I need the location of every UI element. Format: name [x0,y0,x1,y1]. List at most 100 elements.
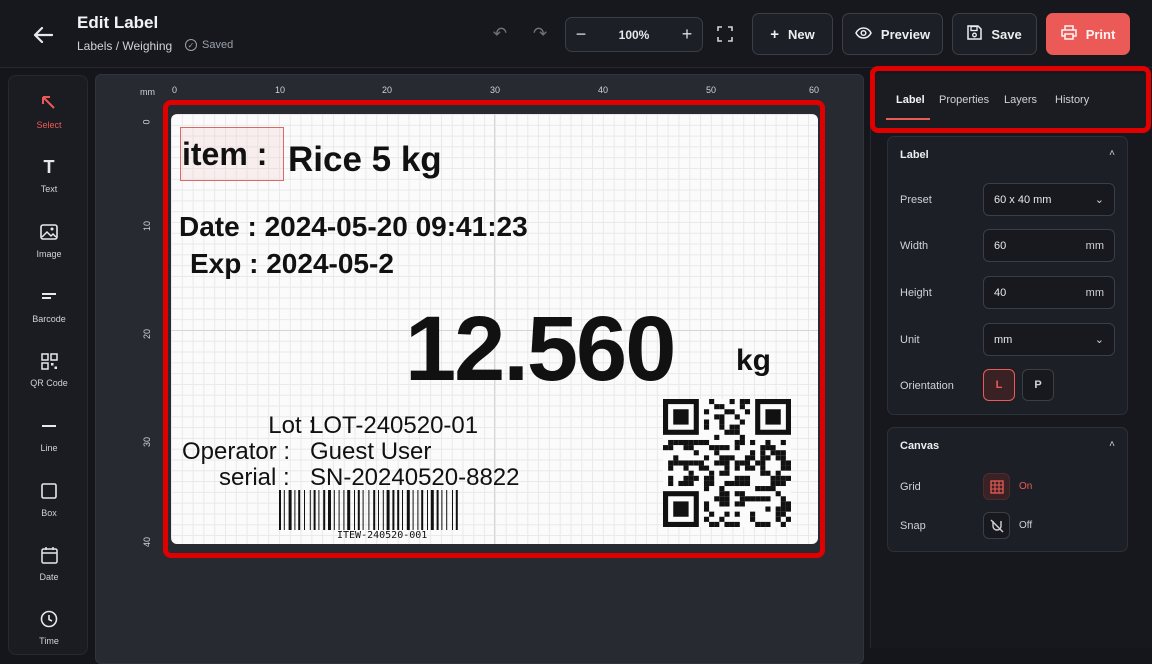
calendar-icon [38,544,60,566]
tool-barcode[interactable]: Barcode [9,286,89,324]
ruler-tick: 40 [598,85,609,95]
tool-select[interactable]: Select [9,92,89,130]
tool-text[interactable]: T Text [9,156,89,195]
zoom-out-button[interactable]: − [566,18,596,51]
new-button[interactable]: + New [752,13,833,55]
back-arrow-icon[interactable] [30,22,56,48]
tool-qr-code[interactable]: QR Code [9,350,89,388]
canvas-section: Canvas ˄ Grid On Snap Off [887,427,1128,552]
chevron-up-icon[interactable]: ˄ [1109,148,1115,159]
label-section: Label ˄ Preset 60 x 40 mm ⌄ Width 60 mm … [887,136,1128,415]
tool-rail: Select T Text Image Barcode QR Code Line… [8,75,88,655]
height-unit: mm [1085,286,1104,299]
clock-icon [38,608,60,630]
top-bar: Edit Label Labels / Weighing ✓ Saved ↶ ↷… [0,0,1152,68]
tool-label: Time [39,636,59,646]
snap-toggle[interactable] [983,512,1010,539]
snap-label: Snap [900,520,926,532]
ruler-tick: 30 [490,85,501,95]
unit-label: Unit [900,334,920,346]
ruler-tick-v: 0 [141,119,152,125]
redo-icon[interactable]: ↷ [530,24,550,44]
check-circle-icon: ✓ [185,39,197,51]
text-icon: T [43,156,55,177]
ruler-tick-v: 30 [142,436,153,448]
page-title: Edit Label [77,13,159,32]
chevron-up-icon[interactable]: ˄ [1109,439,1115,450]
barcode-icon [38,286,60,308]
saved-label: Saved [202,39,234,51]
unit-select[interactable]: mm ⌄ [983,323,1115,356]
ruler-tick-v: 40 [142,536,153,548]
orientation-landscape-button[interactable]: L [983,369,1015,401]
magnet-off-icon [990,519,1003,532]
eye-icon [855,26,872,42]
chevron-down-icon: ⌄ [1094,194,1104,206]
orientation-label: Orientation [900,380,954,392]
ruler-tick: 10 [275,85,286,95]
unit-value: mm [994,333,1013,346]
tool-label: Line [40,443,58,453]
save-button[interactable]: Save [952,13,1037,55]
saved-status: ✓ Saved [185,39,233,51]
ruler-unit: mm [140,87,155,97]
preview-button-label: Preview [880,26,931,42]
fullscreen-icon[interactable] [715,24,735,44]
label-highlight [163,100,825,558]
breadcrumb[interactable]: Labels / Weighing [77,39,172,53]
undo-icon[interactable]: ↶ [490,24,510,44]
zoom-control: − 100% + [565,17,703,52]
tabs-highlight [870,66,1151,133]
printer-icon [1060,25,1077,43]
tool-label: Select [36,120,62,130]
zoom-in-button[interactable]: + [672,18,702,51]
preset-select[interactable]: 60 x 40 mm ⌄ [983,183,1115,216]
preset-label: Preset [900,194,932,206]
cursor-icon [38,92,60,114]
print-button-label: Print [1085,26,1116,42]
width-value: 60 [994,239,1007,252]
box-icon [38,480,60,502]
print-button[interactable]: Print [1046,13,1130,55]
ruler-tick: 60 [809,85,820,95]
new-button-label: New [788,26,815,42]
width-field[interactable]: 60 mm [983,229,1115,262]
height-value: 40 [994,286,1007,299]
width-unit: mm [1085,239,1104,252]
tool-time[interactable]: Time [9,608,89,646]
chevron-down-icon: ⌄ [1094,334,1104,346]
ruler-tick-v: 20 [142,328,153,340]
tool-label: Box [41,508,57,518]
ruler-tick: 20 [382,85,393,95]
tool-date[interactable]: Date [9,544,89,582]
section-title: Canvas [900,440,940,452]
preset-value: 60 x 40 mm [994,193,1052,206]
tool-label: Date [39,572,59,582]
save-button-label: Save [991,26,1022,42]
section-title: Label [900,149,929,161]
qr-code-icon [38,350,60,372]
line-icon [38,415,60,437]
tool-box[interactable]: Box [9,480,89,518]
zoom-level: 100% [618,27,650,42]
preview-button[interactable]: Preview [842,13,943,55]
height-field[interactable]: 40 mm [983,276,1115,309]
snap-state: Off [1019,520,1033,531]
tool-image[interactable]: Image [9,221,89,259]
tool-label: Barcode [32,314,66,324]
tool-label: Image [36,249,62,259]
grid-state: On [1019,481,1033,492]
floppy-disk-icon [967,25,983,43]
grid-label: Grid [900,481,921,493]
plus-icon: + [770,25,780,43]
image-icon [38,221,60,243]
orientation-portrait-button[interactable]: P [1022,369,1054,401]
tool-label: QR Code [30,378,68,388]
ruler-tick: 0 [172,85,178,95]
width-label: Width [900,240,929,252]
tool-line[interactable]: Line [9,415,89,453]
tool-label: Text [40,184,58,194]
grid-toggle[interactable] [983,473,1010,500]
ruler-tick: 50 [706,85,717,95]
grid-icon [989,479,1004,494]
